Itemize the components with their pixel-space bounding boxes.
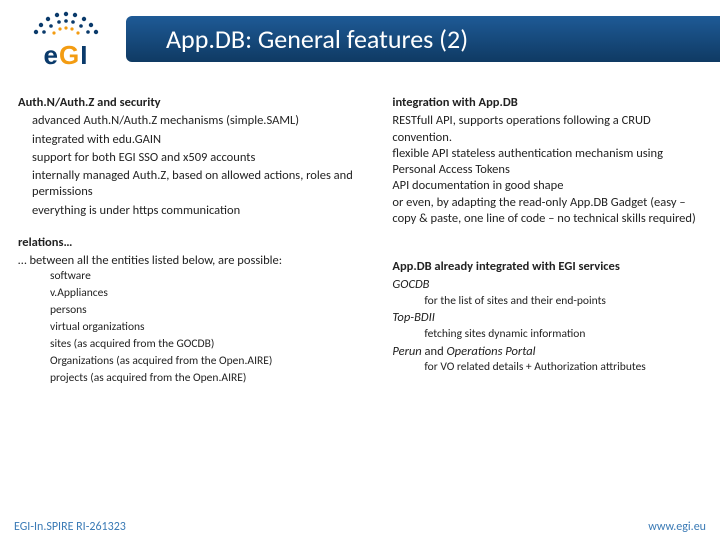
integration-item: flexible API stateless authentication me… <box>392 146 702 179</box>
logo-text: eGI <box>44 40 89 71</box>
text: Top-BDII <box>392 310 435 325</box>
service-item: GOCDB <box>392 277 702 293</box>
relations-item: sites (as acquired from the GOCDB) <box>18 337 356 352</box>
service-sub: fetching sites dynamic information <box>392 327 702 342</box>
title-bar: App.DB: General features (2) <box>126 16 720 62</box>
integration-heading: integration with App.DB <box>392 95 702 111</box>
text: and <box>422 344 447 359</box>
text: RESTfull API, supports operations follow… <box>392 113 650 144</box>
services-heading: App.DB already integrated with EGI servi… <box>392 259 702 275</box>
slide-title: App.DB: General features (2) <box>166 23 468 55</box>
relations-section: relations… … between all the entities li… <box>18 235 356 386</box>
slide-header: eGI App.DB: General features (2) <box>0 0 720 78</box>
integration-item: API documentation in good shape <box>392 178 702 194</box>
integration-item: RESTfull API, supports operations follow… <box>392 113 702 146</box>
services-section: App.DB already integrated with EGI servi… <box>392 259 702 375</box>
auth-item: internally managed Auth.Z, based on allo… <box>18 168 356 201</box>
integration-section: integration with App.DB RESTfull API, su… <box>392 95 702 227</box>
relations-heading: relations… <box>18 235 356 251</box>
relations-item: persons <box>18 303 356 318</box>
relations-intro: … between all the entities listed below,… <box>18 253 356 269</box>
text: Operations Portal <box>447 344 536 359</box>
auth-section: Auth.N/Auth.Z and security advanced Auth… <box>18 95 356 219</box>
logo-arc-icon <box>26 8 106 38</box>
relations-item: virtual organizations <box>18 320 356 335</box>
service-item: Top-BDII <box>392 310 702 326</box>
text: Perun <box>392 344 421 359</box>
relations-item: Organizations (as acquired from the Open… <box>18 354 356 369</box>
relations-item: v.Appliances <box>18 286 356 301</box>
slide-footer: EGI-In.SPIRE RI-261323 www.egi.eu <box>0 514 720 540</box>
auth-item: advanced Auth.N/Auth.Z mechanisms (simpl… <box>18 113 356 129</box>
egi-logo: eGI <box>6 4 126 74</box>
right-column: integration with App.DB RESTfull API, su… <box>374 95 720 510</box>
auth-heading: Auth.N/Auth.Z and security <box>18 95 356 111</box>
service-item: Perun and Operations Portal <box>392 344 702 360</box>
service-sub: for VO related details + Authorization a… <box>392 360 702 375</box>
relations-item: projects (as acquired from the Open.AIRE… <box>18 371 356 386</box>
auth-item: integrated with edu.GAIN <box>18 132 356 148</box>
text: GOCDB <box>392 277 429 292</box>
integration-item: or even, by adapting the read-only App.D… <box>392 195 702 228</box>
slide-content: Auth.N/Auth.Z and security advanced Auth… <box>0 95 720 510</box>
left-column: Auth.N/Auth.Z and security advanced Auth… <box>0 95 374 510</box>
relations-item: software <box>18 269 356 284</box>
auth-item: support for both EGI SSO and x509 accoun… <box>18 150 356 166</box>
footer-right: www.egi.eu <box>648 520 706 534</box>
auth-item: everything is under https communication <box>18 203 356 219</box>
footer-left: EGI-In.SPIRE RI-261323 <box>14 520 126 534</box>
service-sub: for the list of sites and their end-poin… <box>392 294 702 309</box>
